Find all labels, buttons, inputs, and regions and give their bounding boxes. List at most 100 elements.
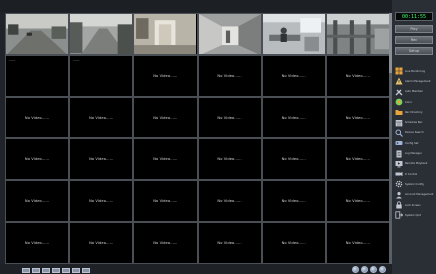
camera-cell-empty[interactable]: No Video......	[262, 55, 325, 96]
layout-9-button[interactable]	[42, 268, 50, 273]
camera-cell-empty[interactable]: No Video......	[6, 97, 69, 138]
menu-item-lock[interactable]: Lock Screen	[393, 200, 435, 210]
user-icon	[395, 191, 403, 199]
layout-64-button[interactable]	[82, 268, 90, 273]
menu-item-label: Alarm Management	[405, 79, 431, 83]
channel-tag: ‒‒‒‒	[73, 58, 80, 62]
camera-cell-empty[interactable]: No Video......	[198, 55, 261, 96]
camera-cell-empty[interactable]: No Video......	[6, 181, 69, 222]
layout-25-button[interactable]	[62, 268, 70, 273]
camera-cell-empty[interactable]: No Video......	[326, 181, 389, 222]
camera-cell-live[interactable]	[198, 14, 261, 54]
menu-item-log[interactable]: Log Manager	[393, 148, 435, 158]
menu-item-ptz[interactable]: P. Control	[393, 169, 435, 179]
no-video-label: No Video......	[24, 115, 50, 120]
no-video-label: No Video......	[153, 241, 178, 246]
camera-cell-connecting[interactable]: ‒‒‒‒	[6, 55, 69, 96]
config-icon	[395, 139, 403, 147]
camera-cell-empty[interactable]: No Video......	[262, 223, 325, 263]
camera-cell-empty[interactable]: No Video......	[70, 97, 133, 138]
camera-cell-live[interactable]	[262, 14, 325, 54]
alarm-icon	[395, 77, 403, 85]
no-video-label: No Video......	[281, 73, 306, 78]
no-video-label: No Video......	[281, 241, 306, 246]
menu-item-label: Color	[405, 100, 412, 104]
camera-cell-empty[interactable]: No Video......	[198, 223, 261, 263]
camera-cell-empty[interactable]: No Video......	[198, 181, 261, 222]
right-panel: 00:11:55 Play Rec Setup Live Monitoring A…	[392, 0, 436, 274]
camera-cell-empty[interactable]: No Video......	[134, 55, 197, 96]
no-video-label: No Video......	[345, 157, 371, 162]
camera-cell-empty[interactable]: No Video......	[326, 223, 389, 263]
play-button[interactable]: Play	[395, 25, 433, 33]
camera-cell-empty[interactable]: No Video......	[70, 181, 133, 222]
volume-button[interactable]	[379, 266, 386, 273]
record-button[interactable]: Rec	[395, 36, 433, 44]
no-video-label: No Video......	[217, 199, 242, 204]
camera-cell-empty[interactable]: No Video......	[134, 97, 197, 138]
layout-16-button[interactable]	[52, 268, 60, 273]
camera-cell-empty[interactable]: No Video......	[134, 139, 197, 180]
menu-item-schedule[interactable]: Schedule Rec	[393, 117, 435, 127]
setup-button[interactable]: Setup	[395, 47, 433, 55]
clock-display: 00:11:55	[395, 12, 433, 21]
no-video-label: No Video......	[89, 241, 114, 246]
menu-item-tools[interactable]: Auto Maintain	[393, 87, 435, 97]
no-video-label: No Video......	[217, 157, 242, 162]
no-video-label: No Video......	[217, 241, 242, 246]
menu-item-device[interactable]: Device Search	[393, 128, 435, 138]
device-icon	[395, 129, 403, 137]
camera-cell-live[interactable]	[134, 14, 197, 54]
no-video-label: No Video......	[89, 199, 114, 204]
no-video-label: No Video......	[345, 115, 371, 120]
camera-cell-empty[interactable]: No Video......	[198, 97, 261, 138]
menu-item-label: Auto Maintain	[405, 90, 424, 94]
no-video-label: No Video......	[345, 241, 371, 246]
schedule-icon	[395, 119, 403, 127]
camera-cell-empty[interactable]: No Video......	[6, 223, 69, 263]
menu-item-user[interactable]: Account Management	[393, 190, 435, 200]
no-video-label: No Video......	[281, 115, 306, 120]
camera-cell-connecting[interactable]: ‒‒‒‒	[70, 55, 133, 96]
menu-item-label: Schedule Rec	[405, 121, 423, 125]
no-video-label: No Video......	[281, 199, 306, 204]
next-page-button[interactable]	[370, 266, 377, 273]
menu-item-exit[interactable]: System Quit	[393, 210, 435, 220]
camera-cell-empty[interactable]: No Video......	[326, 139, 389, 180]
menu-item-folder[interactable]: Rec Directory	[393, 107, 435, 117]
no-video-label: No Video......	[281, 157, 306, 162]
camera-cell-empty[interactable]: No Video......	[326, 55, 389, 96]
previous-page-button[interactable]	[361, 266, 368, 273]
camera-cell-empty[interactable]: No Video......	[262, 181, 325, 222]
camera-cell-live[interactable]	[6, 14, 69, 54]
camera-cell-empty[interactable]: No Video......	[70, 223, 133, 263]
camera-cell-empty[interactable]: No Video......	[70, 139, 133, 180]
menu-item-label: System Config	[405, 182, 424, 186]
channel-tag: ‒‒‒‒	[9, 58, 16, 62]
camera-cell-empty[interactable]: No Video......	[326, 97, 389, 138]
layout-36-button[interactable]	[72, 268, 80, 273]
fullscreen-button[interactable]	[352, 266, 359, 273]
camera-cell-empty[interactable]: No Video......	[198, 139, 261, 180]
camera-cell-live[interactable]	[326, 14, 389, 54]
camera-cell-empty[interactable]: No Video......	[134, 181, 197, 222]
menu-item-gear[interactable]: System Config	[393, 179, 435, 189]
menu-item-alarm[interactable]: Alarm Management	[393, 76, 435, 86]
menu-item-color[interactable]: Color	[393, 97, 435, 107]
dvr-client-window: ‒‒‒‒ ‒‒‒‒ No Video...... No Video...... No V…	[0, 0, 436, 274]
no-video-label: No Video......	[345, 199, 371, 204]
no-video-label: No Video......	[153, 199, 178, 204]
menu-item-grid[interactable]: Live Monitoring	[393, 66, 435, 76]
camera-cell-empty[interactable]: No Video......	[6, 139, 69, 180]
layout-1-button[interactable]	[22, 268, 30, 273]
camera-cell-empty[interactable]: No Video......	[134, 223, 197, 263]
menu-item-playback[interactable]: Remote Playback	[393, 159, 435, 169]
menu-item-label: Device Search	[405, 131, 424, 135]
no-video-label: No Video......	[153, 157, 178, 162]
camera-cell-empty[interactable]: No Video......	[262, 139, 325, 180]
camera-cell-live[interactable]	[70, 14, 133, 54]
camera-cell-empty[interactable]: No Video......	[262, 97, 325, 138]
menu-item-config[interactable]: Config Set	[393, 138, 435, 148]
grid-icon	[395, 67, 403, 75]
layout-4-button[interactable]	[32, 268, 40, 273]
